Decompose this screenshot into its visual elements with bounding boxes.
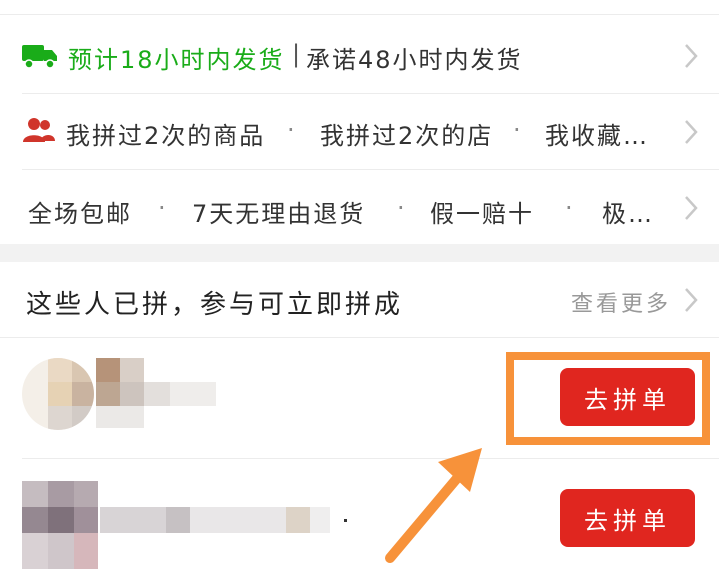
join-group-button[interactable]: 去拼单 bbox=[560, 489, 695, 547]
shipping-separator: | bbox=[292, 40, 303, 68]
guarantee-item: 假一赔十 bbox=[430, 200, 534, 228]
guarantee-item: 极… bbox=[602, 200, 654, 228]
chevron-right-icon[interactable] bbox=[683, 286, 699, 314]
guarantee-dot: · bbox=[565, 194, 575, 222]
shipping-promise: 承诺48小时内发货 bbox=[306, 46, 523, 74]
guarantee-dot: · bbox=[158, 194, 168, 222]
truck-icon bbox=[22, 45, 57, 69]
chevron-right-icon bbox=[685, 196, 698, 220]
people-icon bbox=[23, 118, 55, 142]
guarantee-dot: · bbox=[397, 194, 407, 222]
chevron-right-icon bbox=[685, 44, 698, 68]
history-item: 我拼过2次的商品 bbox=[66, 122, 266, 150]
history-dot: · bbox=[513, 116, 523, 144]
shipping-row[interactable]: 预计18小时内发货 | 承诺48小时内发货 bbox=[0, 18, 719, 93]
top-strip bbox=[0, 0, 719, 15]
shipping-estimate: 预计18小时内发货 bbox=[68, 46, 285, 74]
history-dot: · bbox=[287, 116, 297, 144]
guarantee-item: 7天无理由退货 bbox=[192, 200, 366, 228]
arrow-annotation bbox=[385, 448, 482, 563]
highlight-box bbox=[506, 352, 710, 445]
section-gap bbox=[0, 244, 719, 262]
view-more-link[interactable]: 查看更多 bbox=[571, 286, 671, 318]
guarantee-item: 全场包邮 bbox=[28, 200, 132, 228]
avatar bbox=[22, 481, 98, 569]
section-title: 这些人已拼，参与可立即拼成 bbox=[26, 290, 404, 320]
chevron-right-icon bbox=[685, 120, 698, 144]
history-item: 我收藏… bbox=[545, 122, 649, 150]
group-section-header: 这些人已拼，参与可立即拼成 查看更多 bbox=[0, 262, 719, 337]
blurred-username bbox=[96, 358, 120, 382]
group-row: 去拼单 bbox=[0, 459, 719, 569]
avatar bbox=[22, 358, 94, 430]
history-row[interactable]: 我拼过2次的商品 · 我拼过2次的店 · 我收藏… bbox=[0, 94, 719, 169]
history-item: 我拼过2次的店 bbox=[320, 122, 494, 150]
guarantee-row[interactable]: 全场包邮 · 7天无理由退货 · 假一赔十 · 极… bbox=[0, 170, 719, 245]
blurred-username bbox=[100, 507, 166, 533]
